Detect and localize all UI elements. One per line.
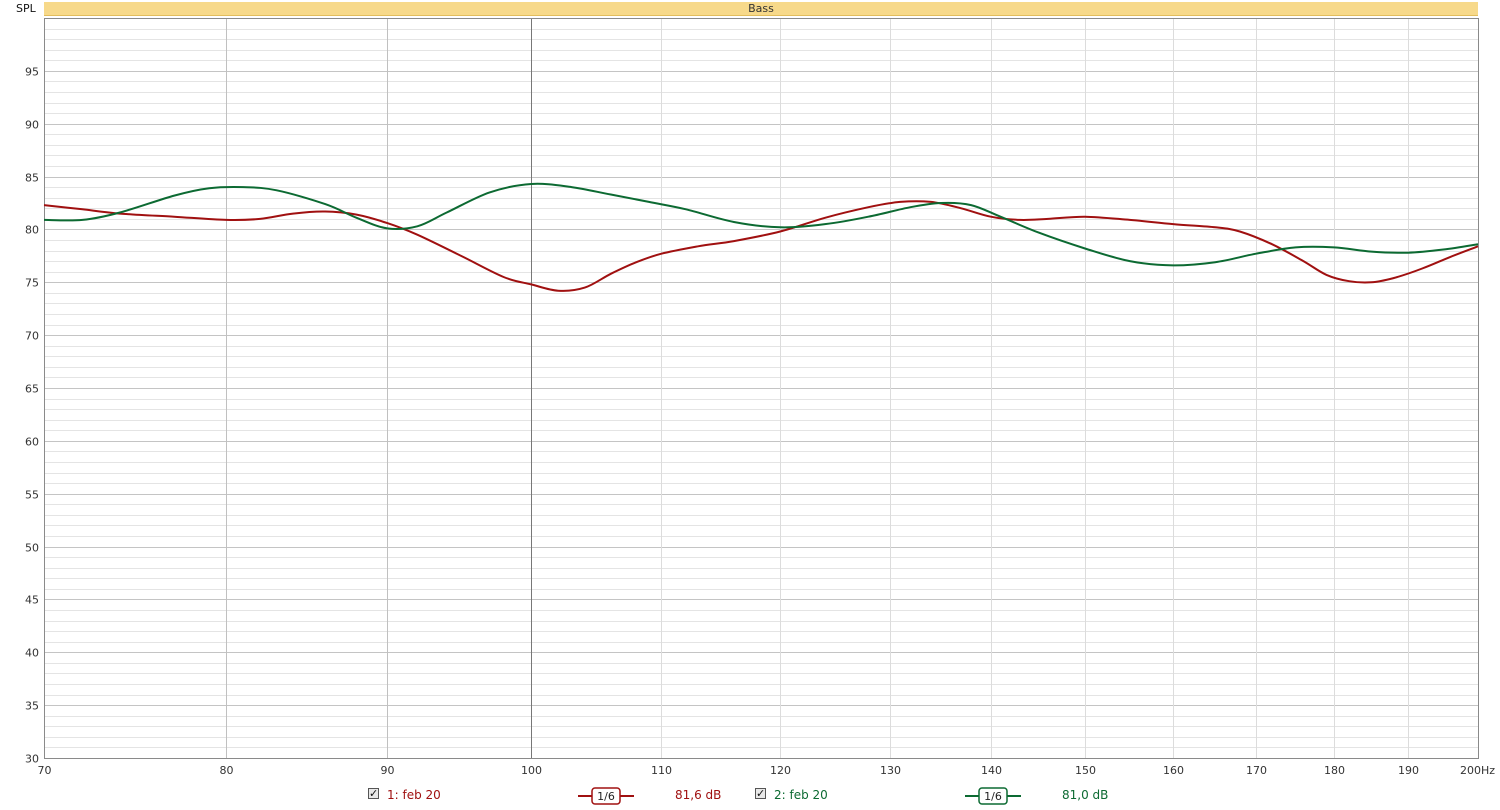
x-tick-labels: 70 80 90 100 110 120 130 140 150 160 170 180 190 200H… <box>38 764 1496 777</box>
x-tick-label: 200Hz <box>1460 764 1495 777</box>
x-tick-label: 80 <box>220 764 234 777</box>
y-tick-label: 80 <box>25 224 39 237</box>
series2-curve <box>43 182 1479 267</box>
y-tick-label: 85 <box>25 172 39 185</box>
x-tick-label: 120 <box>770 764 791 777</box>
series1-curve <box>43 200 1479 292</box>
x-tick-label: 140 <box>981 764 1002 777</box>
series1-smoothing-label: 1/6 <box>597 790 615 803</box>
series-layer <box>43 182 1479 292</box>
x-tick-label: 130 <box>880 764 901 777</box>
x-tick-label: 150 <box>1075 764 1096 777</box>
x-tick-label: 110 <box>651 764 672 777</box>
x-tick-label: 90 <box>381 764 395 777</box>
x-tick-label: 170 <box>1246 764 1267 777</box>
y-tick-label: 45 <box>25 594 39 607</box>
y-tick-label: 35 <box>25 700 39 713</box>
series2-smoothing-label: 1/6 <box>984 790 1002 803</box>
series2-checkbox[interactable]: ✓ <box>755 788 766 799</box>
y-tick-label: 90 <box>25 119 39 132</box>
series1-level: 81,6 dB <box>675 788 722 802</box>
x-tick-label: 180 <box>1324 764 1345 777</box>
spl-chart[interactable]: 3035404550556065707580859095 70 80 90 100 11… <box>0 0 1500 784</box>
y-tick-label: 50 <box>25 542 39 555</box>
x-tick-label: 100 <box>521 764 542 777</box>
y-tick-labels: 3035404550556065707580859095 <box>25 66 39 766</box>
series1-checkbox[interactable]: ✓ <box>368 788 379 799</box>
y-tick-label: 70 <box>25 330 39 343</box>
x-tick-label: 160 <box>1163 764 1184 777</box>
y-tick-label: 60 <box>25 436 39 449</box>
series1-label: 1: feb 20 <box>387 788 441 802</box>
y-tick-label: 55 <box>25 489 39 502</box>
series2-level: 81,0 dB <box>1062 788 1109 802</box>
series1-smoothing-button[interactable]: 1/6 <box>578 787 634 805</box>
series2-label: 2: feb 20 <box>774 788 828 802</box>
legend: ✓ 1: feb 20 1/6 81,6 dB ✓ 2: feb 20 1/6 … <box>0 784 1500 808</box>
y-tick-label: 40 <box>25 647 39 660</box>
major-grid <box>44 18 1479 759</box>
y-tick-label: 65 <box>25 383 39 396</box>
series2-smoothing-button[interactable]: 1/6 <box>965 787 1021 805</box>
x-tick-label: 190 <box>1398 764 1419 777</box>
y-tick-label: 95 <box>25 66 39 79</box>
y-tick-label: 75 <box>25 277 39 290</box>
x-tick-label: 70 <box>38 764 52 777</box>
